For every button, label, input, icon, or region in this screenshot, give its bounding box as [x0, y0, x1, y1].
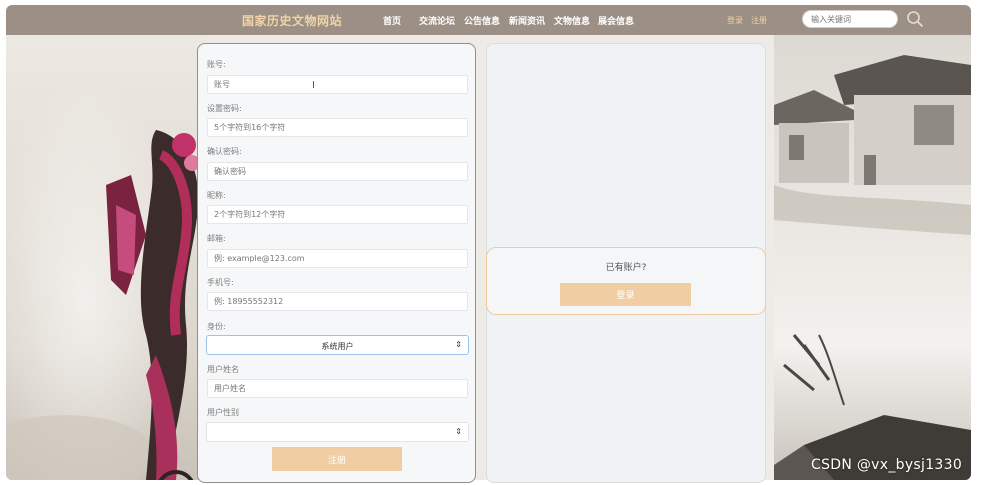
login-link[interactable]: 登录 [727, 15, 743, 26]
role-label: 身份: [207, 322, 226, 331]
password-label: 设置密码: [207, 104, 242, 113]
user-name-input[interactable] [207, 379, 468, 398]
register-link[interactable]: 注册 [751, 15, 767, 26]
password-input[interactable] [207, 118, 468, 137]
email-input[interactable] [207, 249, 468, 268]
top-navigation-bar: 国家历史文物网站 首页 交流论坛 公告信息 新闻资讯 文物信息 展会信息 登录 … [6, 5, 971, 35]
email-label: 邮箱: [207, 234, 226, 243]
village-art [774, 55, 971, 480]
register-button[interactable]: 注册 [272, 447, 402, 471]
nickname-label: 昵称: [207, 191, 226, 200]
nickname-input[interactable] [207, 205, 468, 224]
phone-label: 手机号: [207, 278, 234, 287]
site-brand[interactable]: 国家历史文物网站 [242, 12, 342, 29]
role-select[interactable]: 系统用户 ⇕ [206, 335, 469, 355]
account-label: 账号: [207, 60, 226, 69]
phone-input[interactable] [207, 292, 468, 311]
account-input[interactable] [207, 75, 468, 94]
nav-home[interactable]: 首页 [383, 14, 401, 27]
user-name-label: 用户姓名 [207, 365, 239, 374]
login-button[interactable]: 登录 [560, 283, 691, 306]
search-input[interactable] [802, 10, 898, 28]
shadow-puppet-background [6, 35, 206, 480]
village-background [774, 35, 971, 480]
gender-label: 用户性别 [207, 408, 239, 417]
gender-select[interactable]: ⇕ [206, 422, 469, 442]
search-icon[interactable] [906, 10, 924, 28]
role-select-value: 系统用户 [321, 342, 354, 351]
text-cursor-icon: I [312, 80, 315, 91]
has-account-text: 已有账户? [605, 263, 647, 273]
confirm-password-label: 确认密码: [207, 147, 242, 156]
select-arrows-icon: ⇕ [455, 427, 462, 436]
nav-announcements[interactable]: 公告信息 [464, 14, 500, 27]
confirm-password-input[interactable] [207, 162, 468, 181]
nav-relics[interactable]: 文物信息 [554, 14, 590, 27]
select-arrows-icon: ⇕ [455, 340, 462, 349]
shadow-puppet-art [6, 130, 200, 480]
watermark-text: CSDN @vx_bysj1330 [811, 457, 963, 473]
nav-forum[interactable]: 交流论坛 [419, 14, 455, 27]
registration-form: 账号: I 设置密码: 确认密码: 昵称: 邮箱: 手机号: 身份: 系统用户 … [197, 43, 476, 483]
existing-account-box: 已有账户? 登录 [486, 247, 766, 315]
nav-news[interactable]: 新闻资讯 [509, 14, 545, 27]
nav-exhibitions[interactable]: 展会信息 [598, 14, 634, 27]
